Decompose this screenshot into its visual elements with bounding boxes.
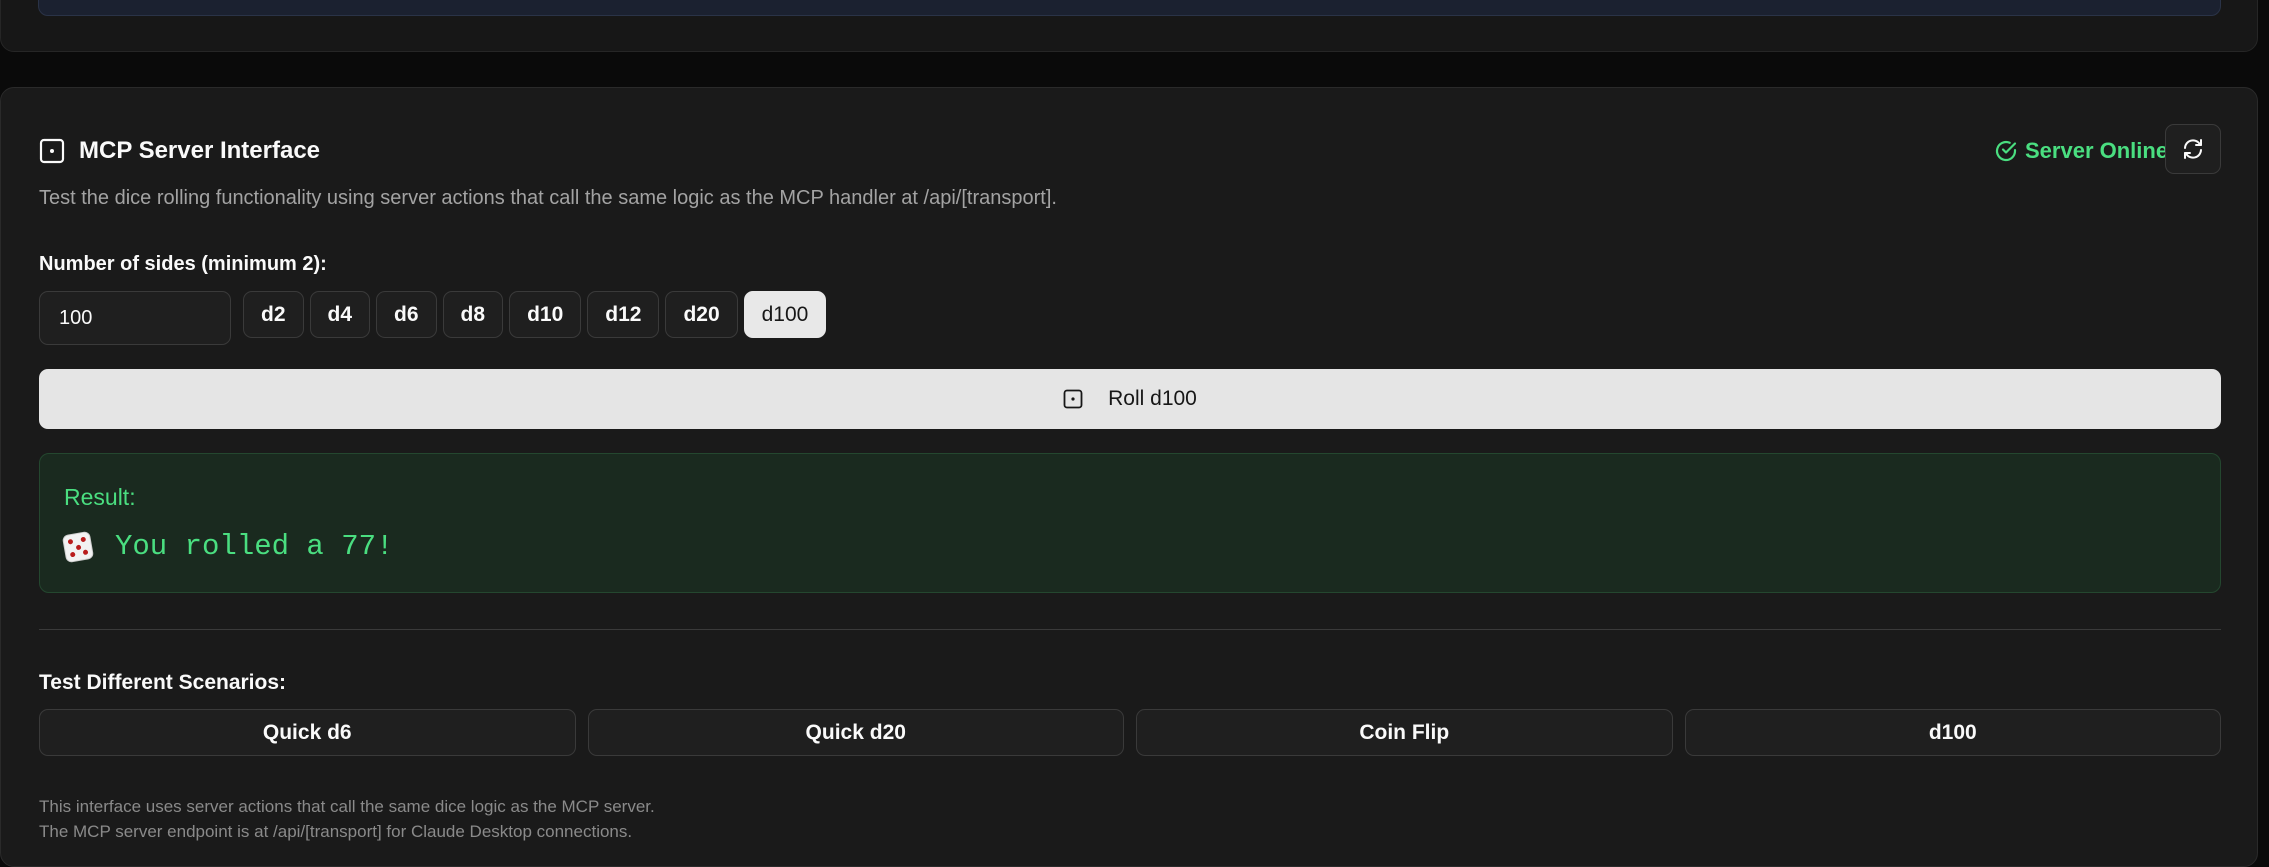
check-circle-icon: [1994, 139, 2018, 163]
roll-button-label: Roll d100: [1108, 387, 1197, 410]
refresh-icon: [2181, 137, 2205, 161]
preset-d20-button[interactable]: d20: [665, 291, 738, 338]
scenario-button-group: Quick d6 Quick d20 Coin Flip d100: [39, 709, 2221, 756]
card-title: MCP Server Interface: [79, 137, 321, 164]
roll-button[interactable]: Roll d100: [39, 369, 2221, 429]
footnote-line-1: This interface uses server actions that …: [39, 797, 655, 816]
sides-label: Number of sides (minimum 2):: [39, 253, 327, 275]
preset-d2-button[interactable]: d2: [243, 291, 304, 338]
coin-flip-button[interactable]: Coin Flip: [1136, 709, 1673, 756]
d100-button[interactable]: d100: [1684, 709, 2221, 756]
quick-d6-button[interactable]: Quick d6: [39, 709, 576, 756]
preset-d10-button[interactable]: d10: [509, 291, 582, 338]
card-header: MCP Server Interface: [39, 136, 320, 166]
result-line: You rolled a 77!: [61, 530, 394, 563]
refresh-button[interactable]: [2165, 124, 2221, 174]
dice-square-icon: [39, 138, 65, 164]
server-status: Server Online: [1994, 136, 2168, 166]
footnote-line-2: The MCP server endpoint is at /api/[tran…: [39, 822, 633, 841]
result-text: You rolled a 77!: [115, 530, 394, 563]
preset-d12-button[interactable]: d12: [587, 291, 660, 338]
dice-square-icon: [1063, 389, 1083, 409]
sides-input[interactable]: [39, 291, 231, 345]
result-label: Result:: [64, 484, 136, 510]
preset-d100-button[interactable]: d100: [743, 291, 827, 338]
server-status-label: Server Online: [2025, 138, 2169, 163]
dice-preset-group: d2 d4 d6 d8 d10 d12 d20 d100: [243, 291, 827, 338]
previous-card-inner-panel: [38, 0, 2221, 16]
scenarios-label: Test Different Scenarios:: [39, 671, 287, 694]
footnote: This interface uses server actions that …: [39, 794, 655, 844]
result-panel: [39, 453, 2221, 593]
section-divider: [39, 629, 2221, 630]
quick-d20-button[interactable]: Quick d20: [587, 709, 1124, 756]
game-die-icon: [61, 530, 95, 563]
preset-d8-button[interactable]: d8: [442, 291, 504, 338]
preset-d6-button[interactable]: d6: [376, 291, 437, 338]
panel-description: Test the dice rolling functionality usin…: [39, 187, 1057, 209]
preset-d4-button[interactable]: d4: [309, 291, 371, 338]
